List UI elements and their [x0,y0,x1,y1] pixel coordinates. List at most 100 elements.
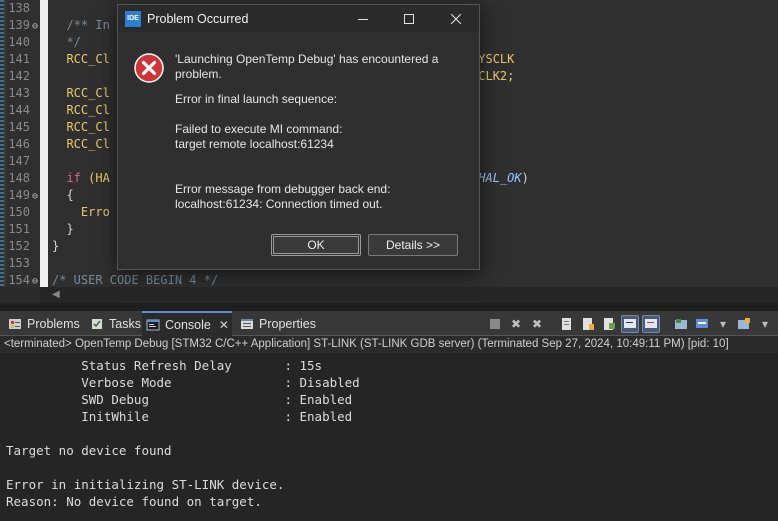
fold-toggle-icon[interactable]: ⊖ [30,273,40,287]
tab-label: Properties [259,316,316,331]
tab-problems[interactable]: Problems [4,311,84,336]
chevron-down-icon[interactable]: ▾ [714,315,732,333]
line-number: 139 ⊖ [8,17,40,34]
line-number: 153 [8,255,40,272]
tab-properties[interactable]: Properties [236,311,320,336]
clear-console-icon[interactable] [558,315,576,333]
error-detail-line2: target remote localhost:61234 [175,137,334,151]
code-line[interactable]: /** In [52,17,109,34]
maximize-icon [404,14,414,24]
line-number-text: 151 [8,222,30,236]
line-number-text: 141 [8,52,30,66]
open-console-icon[interactable] [735,315,753,333]
console-output[interactable]: Status Refresh Delay : 15s Verbose Mode … [0,353,778,521]
code-token: RCC_Cl [52,86,110,100]
close-icon[interactable]: ✕ [219,318,229,332]
problems-icon [8,317,22,331]
code-token: */ [52,35,81,49]
fold-toggle-icon[interactable]: ⊖ [30,18,40,35]
line-number: 138 [8,0,40,17]
line-number-text: 138 [8,1,30,15]
code-token: HAL_OK [478,171,522,185]
line-number-text: 149 [8,188,30,202]
line-number-text: 140 [8,35,30,49]
code-token: if [52,171,89,185]
console-line: Target no device found [6,443,172,458]
line-number: 140 [8,34,40,51]
error-detail-line1: Failed to execute MI command: [175,122,343,136]
line-number: 145 [8,119,40,136]
error-message-line1: 'Launching OpenTemp Debug' has encounter… [175,52,439,66]
terminate-icon[interactable] [486,315,504,333]
line-number: 144 [8,102,40,119]
code-line[interactable]: RCC_Cl [52,119,109,136]
tab-tasks[interactable]: Tasks [86,311,145,336]
code-token: { [52,188,74,202]
code-line[interactable]: Erro [52,204,110,221]
console-line: InitWhile : Enabled [6,409,353,424]
line-number: 142 [8,68,40,85]
change-marker [0,0,4,287]
line-number-gutter: 138 139 ⊖ 140 141 142 143 144 145 146 147 148 149 ⊖ 15… [6,0,40,287]
console-icon [146,318,160,332]
line-number-text: 144 [8,103,30,117]
line-number: 150 [8,204,40,221]
remove-launch-icon[interactable]: ✖ [507,315,525,333]
code-line[interactable]: /* USER CODE BEGIN 4 */ [52,272,218,287]
remove-all-terminated-icon[interactable]: ✖ [528,315,546,333]
line-number: 141 [8,51,40,68]
scroll-left-icon[interactable]: ◀ [52,289,60,300]
line-number: 143 [8,85,40,102]
ok-button[interactable]: OK [271,234,361,256]
word-wrap-icon[interactable] [600,315,618,333]
view-splitter[interactable] [0,303,778,311]
dialog-titlebar[interactable]: IDE Problem Occurred [118,5,479,33]
code-line[interactable]: } [52,238,59,255]
line-number: 154 ⊖ [8,272,40,287]
console-line: SWD Debug : Enabled [6,392,353,407]
console-line: Error in initializing ST-LINK device. [6,477,285,492]
code-line[interactable]: { [52,187,74,204]
line-number: 148 [8,170,40,187]
display-console-icon[interactable] [693,315,711,333]
line-number: 147 [8,153,40,170]
editor-horizontal-scrollbar[interactable]: ◀ [40,287,778,303]
line-number-text: 152 [8,239,30,253]
details-button[interactable]: Details >> [368,234,458,256]
code-token: RCC_Cl [52,137,110,151]
line-number: 152 [8,238,40,255]
code-line[interactable]: RCC_Cl [52,136,110,153]
code-token: } [52,239,60,253]
line-number: 149 ⊖ [8,187,40,204]
code-token: (HA [88,171,110,185]
console-line: Status Refresh Delay : 15s [6,358,323,373]
pin-console-icon[interactable] [672,315,690,333]
code-line[interactable]: } [52,221,73,238]
show-on-stdout-icon[interactable] [621,315,639,333]
tab-label: Problems [27,316,80,331]
console-toolbar: ✖ ✖ ▾ ▾ [486,314,774,334]
debugger-message-line1: Error message from debugger back end: [175,182,391,196]
tab-console[interactable]: Console ✕ [142,311,232,336]
code-token: RCC_Cl [52,103,110,117]
chevron-down-icon[interactable]: ▾ [756,315,774,333]
maximize-button[interactable] [386,5,432,33]
console-launch-status: <terminated> OpenTemp Debug [STM32 C/C++… [0,336,778,352]
line-number-text: 146 [8,137,30,151]
ide-app-icon: IDE [125,11,141,27]
line-number: 146 [8,136,40,153]
minimize-button[interactable] [340,5,386,33]
scroll-lock-icon[interactable] [579,315,597,333]
code-token: Erro [52,205,110,219]
line-number-text: 147 [8,154,30,168]
tab-label: Tasks [109,316,141,331]
code-token: RCC_Cl [52,52,110,66]
code-line[interactable]: */ [52,34,81,51]
line-number-text: 145 [8,120,30,134]
code-line[interactable]: RCC_Cl [52,102,110,119]
close-button[interactable] [433,5,479,33]
show-on-stderr-icon[interactable] [642,315,660,333]
problem-dialog: IDE Problem Occurred 'Launching OpenTemp… [117,4,480,270]
fold-toggle-icon[interactable]: ⊖ [30,188,40,205]
debugger-message-line2: localhost:61234: Connection timed out. [175,197,383,211]
